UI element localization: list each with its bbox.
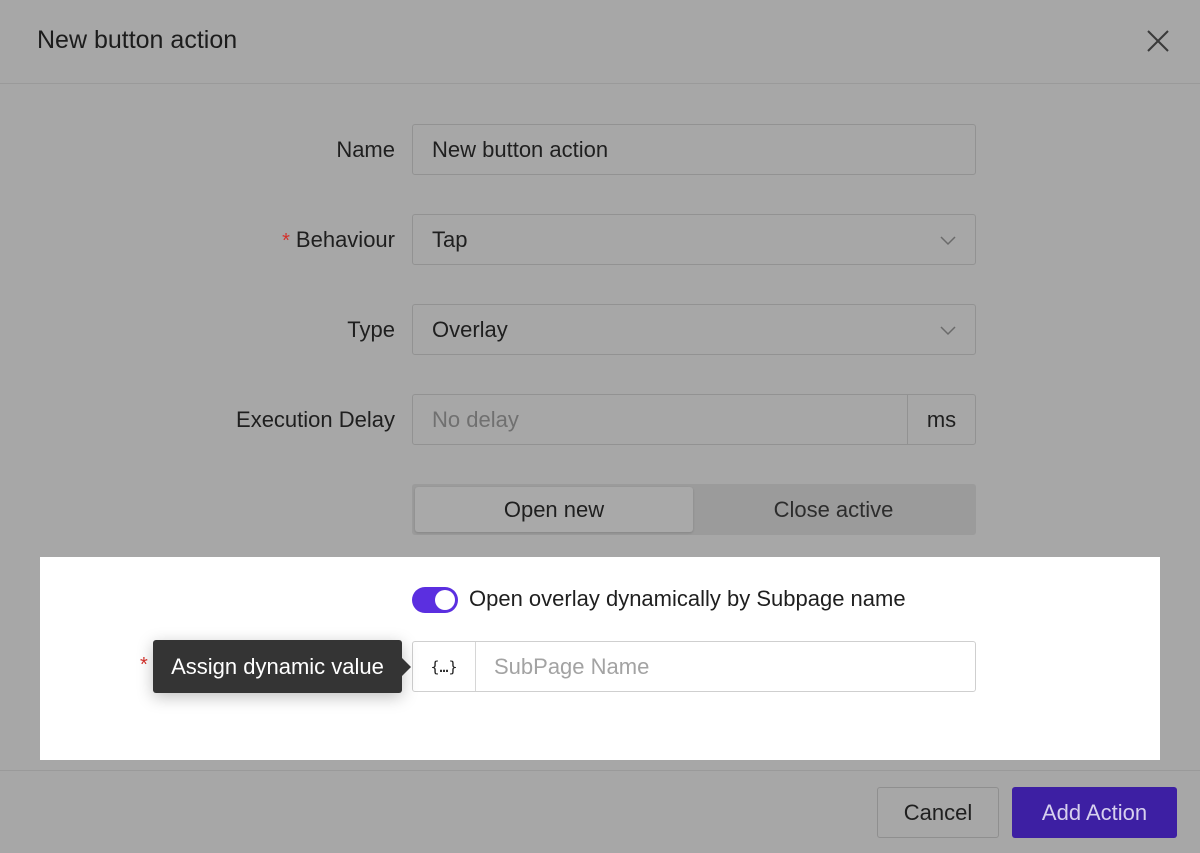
cancel-button[interactable]: Cancel: [877, 787, 999, 838]
chevron-down-icon: [940, 326, 956, 336]
execution-delay-unit: ms: [907, 395, 975, 444]
toggle-knob: [435, 590, 455, 610]
execution-delay-field: No delay ms: [412, 394, 976, 445]
name-input[interactable]: New button action: [412, 124, 976, 175]
dialog-header: New button action: [0, 0, 1200, 84]
behaviour-label-text: Behaviour: [295, 227, 395, 252]
assign-dynamic-value-button[interactable]: {…}: [413, 642, 476, 691]
execution-delay-label: Execution Delay: [236, 407, 395, 432]
tooltip-arrow: [401, 657, 411, 677]
required-mark: *: [282, 230, 290, 252]
close-icon: [1147, 30, 1169, 52]
required-mark: *: [140, 654, 148, 676]
behaviour-value: Tap: [432, 226, 468, 252]
dialog-title: New button action: [37, 26, 238, 54]
subpage-field: {…} SubPage Name: [412, 641, 976, 692]
name-label: Name: [336, 137, 395, 162]
segment-close-active[interactable]: Close active: [694, 487, 973, 532]
segment-open-new[interactable]: Open new: [415, 487, 693, 532]
behaviour-label: * Behaviour: [282, 227, 395, 253]
dynamic-overlay-toggle[interactable]: [412, 587, 458, 613]
overlay-mode-segment: Open new Close active: [412, 484, 976, 535]
close-button[interactable]: [1143, 26, 1173, 56]
tooltip: Assign dynamic value: [153, 640, 402, 693]
execution-delay-input[interactable]: No delay: [413, 395, 907, 444]
chevron-down-icon: [940, 236, 956, 246]
curly-braces-icon: {…}: [430, 657, 458, 676]
add-action-button[interactable]: Add Action: [1012, 787, 1177, 838]
behaviour-select[interactable]: Tap: [412, 214, 976, 265]
dynamic-overlay-label: Open overlay dynamically by Subpage name: [469, 586, 906, 611]
type-label: Type: [347, 317, 395, 342]
subpage-name-input[interactable]: SubPage Name: [476, 642, 975, 691]
type-select[interactable]: Overlay: [412, 304, 976, 355]
type-value: Overlay: [432, 316, 508, 342]
